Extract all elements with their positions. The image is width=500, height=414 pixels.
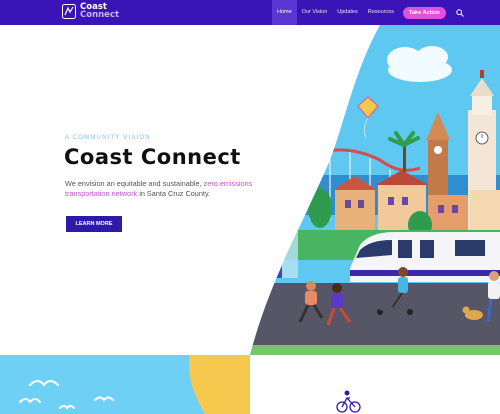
road <box>250 283 500 345</box>
hero-description: We envision an equitable and sustainable… <box>65 179 275 198</box>
search-icon[interactable] <box>455 8 464 17</box>
logo-text: Coast Connect <box>80 3 120 20</box>
logo-mark-icon <box>62 3 76 19</box>
scene: ANSPORT <box>250 25 500 355</box>
next-section-preview <box>0 355 500 414</box>
nav-home[interactable]: Home <box>272 0 297 25</box>
logo-line2: Connect <box>80 10 120 20</box>
site-header: Coast Connect Home Our Vision Updates Re… <box>0 0 500 25</box>
take-action-button[interactable]: Take Action <box>403 6 446 19</box>
hero-title: Coast Connect <box>64 145 241 169</box>
learn-more-button[interactable]: LEARN MORE <box>66 216 122 232</box>
train <box>350 232 500 282</box>
cloud <box>387 46 452 82</box>
transport-sign: ANSPORT <box>268 229 292 235</box>
nav-resources[interactable]: Resources <box>363 0 399 25</box>
logo[interactable]: Coast Connect <box>62 3 119 19</box>
nav-our-vision[interactable]: Our Vision <box>297 0 333 25</box>
desc-text-2: in Santa Cruz County. <box>137 188 211 198</box>
pedestrian <box>274 244 282 278</box>
nav-updates[interactable]: Updates <box>332 0 363 25</box>
main-nav: Home Our Vision Updates Resources Take A… <box>272 0 464 25</box>
hero-eyebrow: A COMMUNITY VISION <box>65 135 151 141</box>
desc-text-1: We envision an equitable and sustainable… <box>65 179 204 188</box>
